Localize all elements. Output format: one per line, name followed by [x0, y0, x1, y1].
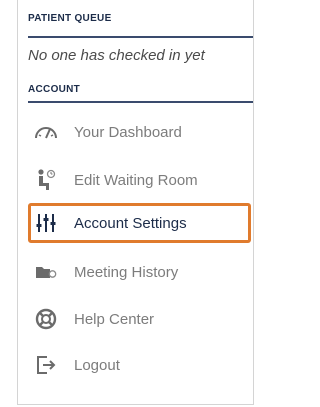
nav-label: Edit Waiting Room	[74, 171, 198, 189]
account-heading: ACCOUNT	[28, 84, 81, 95]
lifebuoy-icon	[34, 307, 58, 331]
nav-label: Your Dashboard	[74, 123, 182, 141]
waiting-room-icon	[34, 168, 58, 192]
sliders-icon	[34, 211, 58, 235]
nav-item-meeting-history[interactable]: Meeting History	[28, 252, 251, 292]
logout-icon	[34, 353, 58, 377]
nav-label: Meeting History	[74, 263, 179, 281]
account-divider	[28, 101, 253, 103]
gauge-icon	[34, 120, 58, 144]
sidebar-panel: PATIENT QUEUE No one has checked in yet …	[17, 0, 254, 405]
camera-folder-icon	[34, 260, 58, 284]
nav-label: Account Settings	[74, 214, 187, 232]
nav-label: Help Center	[74, 310, 155, 328]
queue-empty-message: No one has checked in yet	[28, 47, 205, 64]
nav-label: Logout	[74, 356, 120, 374]
nav-item-edit-waiting-room[interactable]: Edit Waiting Room	[28, 160, 251, 200]
patient-queue-divider	[28, 36, 253, 38]
nav-item-account-settings[interactable]: Account Settings	[28, 203, 251, 243]
nav-item-help-center[interactable]: Help Center	[28, 299, 251, 339]
patient-queue-heading: PATIENT QUEUE	[28, 13, 112, 24]
nav-item-logout[interactable]: Logout	[28, 345, 251, 385]
nav-item-your-dashboard[interactable]: Your Dashboard	[28, 112, 251, 152]
